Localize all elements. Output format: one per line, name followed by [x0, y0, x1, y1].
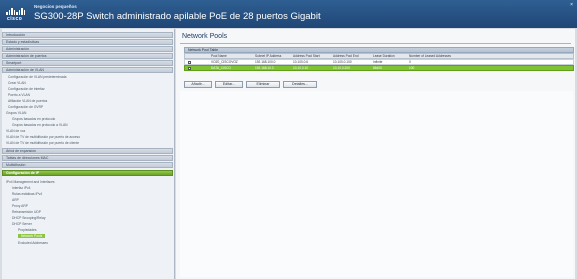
title-divider	[180, 43, 571, 44]
table-row[interactable]: DATA_CISCO 192.168.10.0 10.10.0.10 10.10…	[184, 65, 574, 71]
sidebar-item-protocol-groups[interactable]: Grupos basados en protocolo	[12, 117, 55, 121]
cell-subnet: 192.168.10.0	[255, 66, 274, 70]
sidebar-item-ipv4-interface[interactable]: Interfaz IPv4	[12, 186, 31, 190]
edit-button[interactable]: Editar...	[215, 81, 243, 88]
sidebar-item-vlan-default[interactable]: Configuración de VLAN predeterminada	[8, 75, 66, 79]
sidebar-section-ip-config[interactable]: Configuración de IP	[2, 170, 173, 176]
sidebar-nav: Introducción Estado y estadísticas Admin…	[2, 29, 175, 279]
delete-button[interactable]: Eliminar	[246, 81, 280, 88]
sidebar-section-vlan[interactable]: Administración de VLAN	[2, 67, 173, 73]
page-title: Network Pools	[182, 33, 228, 40]
cell-pool-start: 10.10.0.10	[293, 66, 309, 70]
column-header-pool-end: Address Pool End	[333, 54, 359, 58]
cell-pool-end: 10.100.0.100	[333, 60, 352, 64]
sidebar-section-status[interactable]: Estado y estadísticas	[2, 39, 173, 45]
sidebar-item-excluded-addresses[interactable]: Excluded Addresses	[18, 241, 48, 245]
app-title: SG300-28P Switch administrado apilable P…	[34, 11, 321, 22]
sidebar-item-mcast-tv-access[interactable]: VLAN de TV de multidifusión por puerto d…	[6, 135, 80, 139]
sidebar-item-dhcp-properties[interactable]: Propiedades	[18, 228, 37, 232]
sidebar-section-smartport[interactable]: Smartport	[2, 60, 173, 66]
sidebar-item-ipv4-mgmt[interactable]: IPv4 Management and Interfaces	[6, 180, 55, 184]
sidebar-item-gvrp[interactable]: Configuración de GVRP	[8, 105, 43, 109]
sidebar-item-mcast-tv-client[interactable]: VLAN de TV de multidifusión por puerto d…	[6, 141, 79, 145]
column-header-leased-count: Number of Leased Addresses	[409, 54, 451, 58]
sidebar-item-voice-vlan[interactable]: VLAN de voz	[6, 129, 25, 133]
cell-leased-count: 0	[409, 60, 411, 64]
cisco-logo: cisco	[6, 8, 26, 22]
app-header: cisco Negocios pequeños SG300-28P Switch…	[0, 0, 577, 28]
cell-pool-name: VOZ0_CISCOVOZ	[211, 60, 238, 64]
sidebar-section-intro[interactable]: Introducción	[2, 32, 173, 38]
sidebar-item-dhcp-server[interactable]: DHCP Server	[12, 222, 32, 226]
cell-leased-count: 100	[409, 66, 415, 70]
add-button[interactable]: Añadir...	[184, 81, 212, 88]
cell-lease: Infinite	[373, 60, 383, 64]
sidebar-item-protocol-groups-vlan[interactable]: Grupos basados en protocolo a VLAN	[12, 123, 68, 127]
main-content: Network Pools Network Pool Table Pool Na…	[176, 29, 575, 279]
sidebar-section-stp[interactable]: Árbol de expansión	[2, 148, 173, 154]
cell-lease: 86400	[373, 66, 382, 70]
sidebar-item-proxy-arp[interactable]: Proxy ARP	[12, 204, 28, 208]
content-area	[180, 91, 573, 277]
sidebar-item-vlan-groups[interactable]: Grupos VLAN	[6, 111, 26, 115]
details-button[interactable]: Detalles...	[283, 81, 317, 88]
sidebar-item-port-vlan-membership[interactable]: Afiliación VLAN de puertos	[8, 99, 47, 103]
sidebar-item-arp[interactable]: ARP	[12, 198, 19, 202]
close-icon[interactable]: ×	[570, 2, 573, 8]
sidebar-section-multicast[interactable]: Multidifusión	[2, 162, 173, 168]
small-business-label: Negocios pequeños	[34, 4, 77, 9]
sidebar-item-port-to-vlan[interactable]: Puerto a VLAN	[8, 93, 30, 97]
sidebar-section-admin[interactable]: Administración	[2, 46, 173, 52]
cell-subnet: 192.168.100.0	[255, 60, 276, 64]
column-header-lease: Lease Duration	[373, 54, 395, 58]
sidebar-item-ipv4-routes[interactable]: Rutas estáticas IPv4	[12, 192, 42, 196]
row-checkbox[interactable]	[188, 67, 191, 70]
cell-pool-end: 10.10.0.200	[333, 66, 350, 70]
row-checkbox[interactable]	[188, 61, 191, 64]
sidebar-item-interface-settings[interactable]: Configuración de interfaz	[8, 87, 45, 91]
logo-text: cisco	[7, 16, 23, 22]
column-header-pool-name: Pool Name	[211, 54, 227, 58]
cell-pool-start: 10.100.0.6	[293, 60, 309, 64]
sidebar-item-udp-relay[interactable]: Retransmisión UDP	[12, 210, 41, 214]
sidebar-item-network-pools[interactable]: Network Pools	[18, 234, 46, 238]
sidebar-item-create-vlan[interactable]: Crear VLAN	[8, 81, 26, 85]
sidebar-item-dhcp-snooping[interactable]: DHCP Snooping/Relay	[12, 216, 45, 220]
column-header-subnet: Subnet IP Address	[255, 54, 282, 58]
sidebar-section-mac-tables[interactable]: Tablas de direcciones MAC	[2, 155, 173, 161]
column-header-pool-start: Address Pool Start	[293, 54, 320, 58]
cell-pool-name: DATA_CISCO	[211, 66, 231, 70]
sidebar-section-ports[interactable]: Administración de puertos	[2, 53, 173, 59]
